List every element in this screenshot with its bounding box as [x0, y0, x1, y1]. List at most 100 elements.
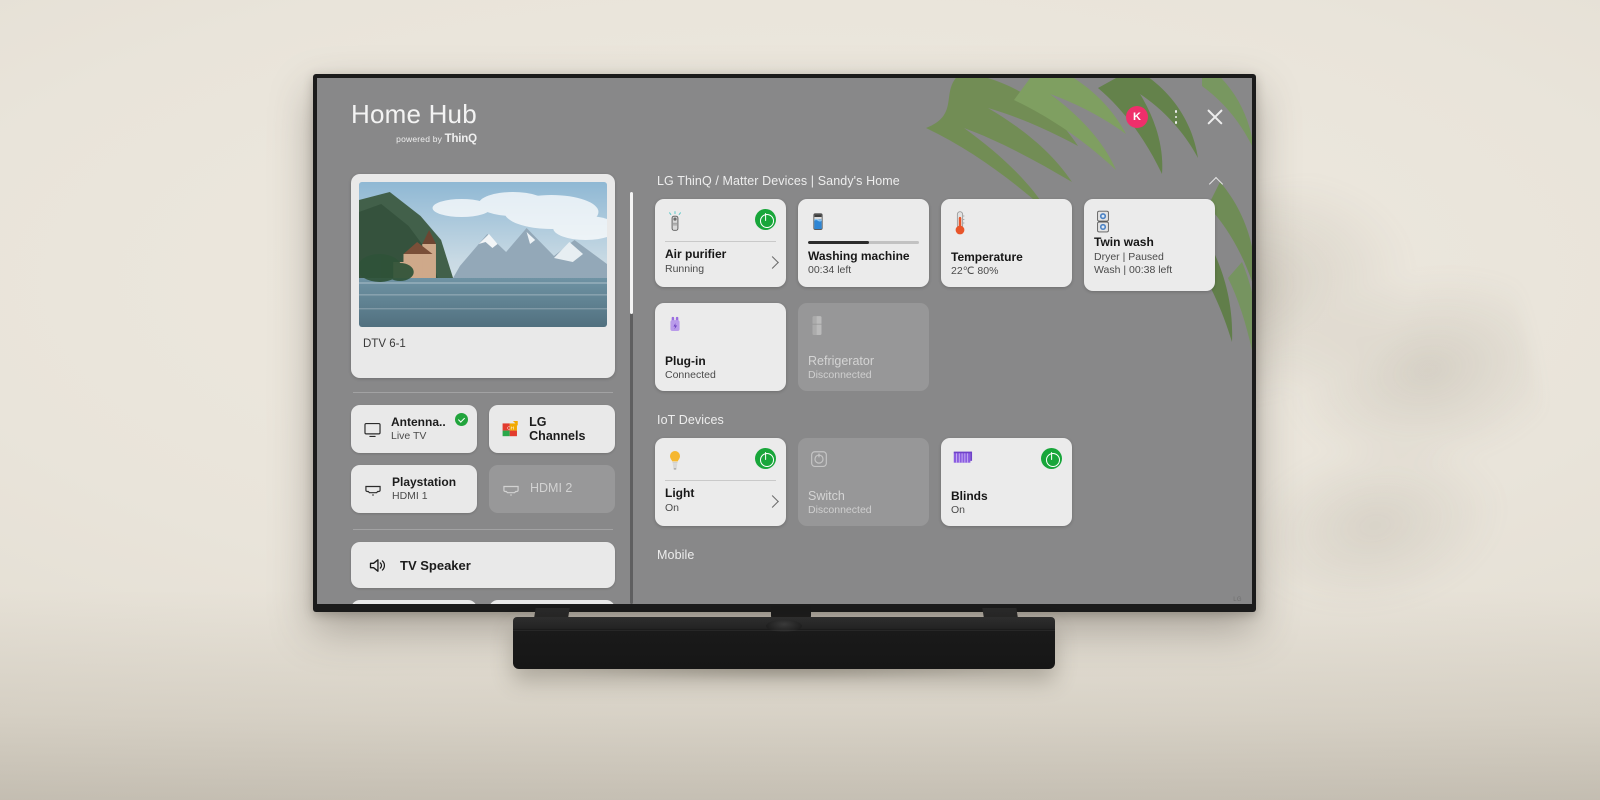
section-header-mobile: Mobile	[657, 548, 1226, 562]
home-hub-header: Home Hub powered by ThinQ	[351, 100, 477, 145]
input-row-2: Playstation HDMI 1 HDMI 2	[351, 465, 615, 513]
card-icon-row	[951, 448, 1062, 478]
chevron-up-icon[interactable]	[1208, 175, 1226, 187]
washing-machine-icon	[813, 213, 823, 230]
device-card-air-purifier[interactable]: Air purifier Running	[655, 199, 786, 287]
section-header-thinq: LG ThinQ / Matter Devices | Sandy's Home	[657, 174, 1226, 188]
device-card-plug-in[interactable]: Plug-in Connected	[655, 303, 786, 391]
switch-icon	[811, 451, 827, 468]
kebab-menu-icon[interactable]	[1168, 107, 1184, 127]
device-name: Air purifier	[665, 247, 727, 261]
channel-preview-image	[359, 182, 607, 327]
card-icon-row	[665, 313, 776, 343]
card-icon-row	[808, 448, 919, 478]
device-name: Refrigerator	[808, 354, 874, 369]
card-icon-row	[1094, 209, 1205, 235]
input-name: Playstation	[392, 474, 457, 489]
device-name: Twin wash	[1094, 235, 1154, 249]
progress-bar	[808, 241, 919, 244]
powered-by-thinq: powered by ThinQ	[351, 133, 477, 145]
section-title: LG ThinQ / Matter Devices | Sandy's Home	[657, 174, 900, 188]
section-header-iot: IoT Devices	[657, 413, 1226, 427]
device-status: 00:34 left	[808, 264, 852, 277]
hdmi-icon	[503, 485, 519, 496]
device-card-row: Plug-in Connected Refrigerator Disconnec…	[655, 303, 1226, 391]
device-card-refrigerator[interactable]: Refrigerator Disconnected	[798, 303, 929, 391]
page-title: Home Hub	[351, 99, 477, 129]
input-tile-antenna[interactable]: Antenna.. Live TV	[351, 405, 477, 453]
card-icon-row	[808, 313, 919, 343]
device-card-temperature[interactable]: Temperature 22℃ 80%	[941, 199, 1072, 287]
header-actions: K	[1126, 106, 1226, 128]
home-hub-body: DTV 6-1 Antenna.. Live TV CH LG Channels…	[317, 174, 1252, 604]
preview-card[interactable]: DTV 6-1	[351, 174, 615, 378]
speaker-icon	[369, 558, 385, 572]
card-divider	[665, 241, 776, 242]
device-status: Disconnected	[808, 504, 872, 517]
power-toggle[interactable]	[755, 209, 776, 230]
hdmi-icon	[365, 485, 381, 496]
stub-tile[interactable]	[351, 600, 477, 604]
scrollbar[interactable]	[623, 174, 639, 604]
device-card-light[interactable]: Light On	[655, 438, 786, 526]
tv-screen: Home Hub powered by ThinQ K DTV 6-1 Ante…	[317, 78, 1252, 604]
device-status: On	[665, 501, 680, 514]
device-name: Switch	[808, 489, 845, 504]
power-toggle[interactable]	[1041, 448, 1062, 469]
device-status: Dryer | Paused	[1094, 250, 1164, 263]
device-name: Plug-in	[665, 353, 706, 368]
device-card-switch[interactable]: Switch Disconnected	[798, 438, 929, 526]
device-name: Light	[665, 486, 695, 500]
device-status: Connected	[665, 369, 716, 382]
device-card-twin-wash[interactable]: Twin wash Dryer | Paused Wash | 00:38 le…	[1084, 199, 1215, 291]
input-sub: Live TV	[391, 429, 427, 442]
device-card-row: Light On Switch Disconnected Blinds On	[655, 438, 1226, 526]
blinds-icon	[953, 451, 973, 463]
device-name: Temperature	[951, 249, 1023, 264]
card-icon-row	[951, 209, 1062, 239]
input-name: HDMI 2	[530, 481, 573, 496]
section-title: IoT Devices	[657, 413, 724, 427]
avatar[interactable]: K	[1126, 106, 1148, 128]
left-panel-more-tiles	[351, 600, 615, 604]
power-toggle[interactable]	[755, 448, 776, 469]
input-name: LG Channels	[529, 415, 586, 443]
stub-tile[interactable]	[489, 600, 615, 604]
soundbar-dial	[766, 620, 802, 632]
device-name: Blinds	[951, 488, 988, 503]
card-divider	[665, 480, 776, 481]
scrollbar-thumb[interactable]	[630, 192, 633, 314]
input-tile-playstation[interactable]: Playstation HDMI 1	[351, 465, 477, 513]
card-icon-row	[808, 209, 919, 239]
channel-label: DTV 6-1	[363, 338, 406, 350]
powered-by-label: powered by	[396, 133, 443, 144]
input-sub: HDMI 1	[392, 489, 428, 502]
twin-wash-icon	[1097, 210, 1109, 233]
audio-output-tile[interactable]: TV Speaker	[351, 542, 615, 588]
tv-brand-logo: LG	[1233, 597, 1242, 603]
left-divider	[353, 392, 613, 393]
svg-text:CH: CH	[507, 425, 514, 431]
device-card-blinds[interactable]: Blinds On	[941, 438, 1072, 526]
card-icon-row	[665, 209, 776, 239]
lg-channels-icon: CH	[502, 421, 518, 437]
bulb-icon	[670, 451, 680, 470]
tv-device: Home Hub powered by ThinQ K DTV 6-1 Ante…	[313, 74, 1256, 612]
right-panel: LG ThinQ / Matter Devices | Sandy's Home	[639, 174, 1252, 604]
input-name: Antenna..	[391, 414, 446, 429]
input-row-1: Antenna.. Live TV CH LG Channels	[351, 405, 615, 453]
device-card-washing-machine[interactable]: Washing machine 00:34 left	[798, 199, 929, 287]
refrigerator-icon	[812, 316, 822, 335]
input-tile-hdmi2[interactable]: HDMI 2	[489, 465, 615, 513]
device-card-row: Air purifier Running Washing machine 00:…	[655, 199, 1226, 291]
check-icon	[455, 413, 468, 426]
left-panel: DTV 6-1 Antenna.. Live TV CH LG Channels…	[317, 174, 623, 604]
tv-icon	[364, 422, 381, 437]
card-icon-row	[665, 448, 776, 478]
soundbar	[513, 617, 1055, 669]
device-status: On	[951, 504, 966, 517]
close-icon[interactable]	[1204, 106, 1226, 128]
input-tile-lg-channels[interactable]: CH LG Channels	[489, 405, 615, 453]
